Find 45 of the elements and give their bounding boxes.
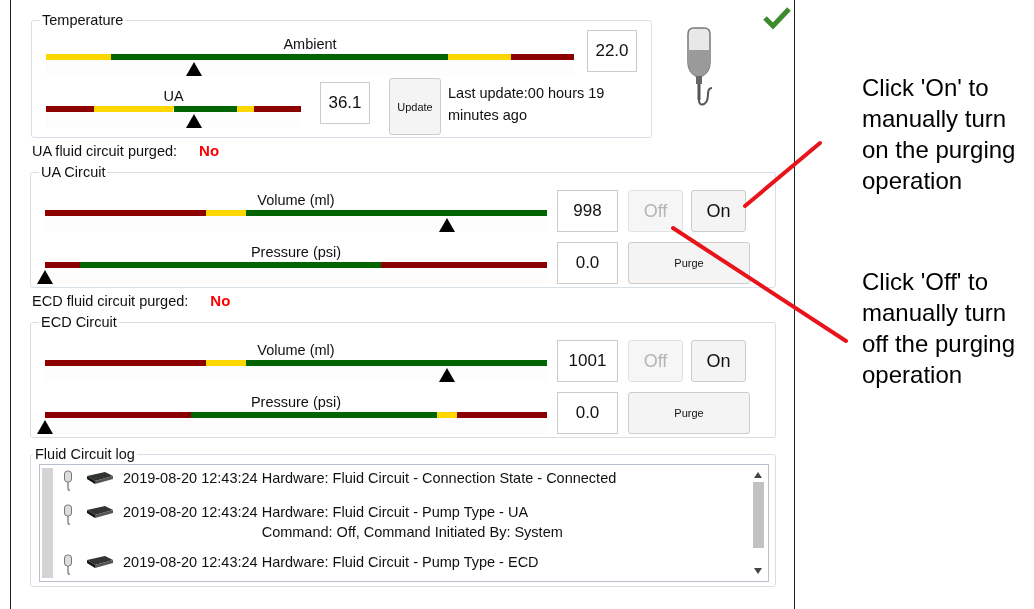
gauge-label: Pressure (psi) [250, 243, 342, 262]
value-box: 998 [557, 190, 618, 232]
log-detail: Command: Off, Command Initiated By: System [261, 523, 563, 542]
value-box: 22.0 [587, 30, 637, 72]
update-button[interactable]: Update [389, 78, 441, 135]
log-message: Hardware: Fluid Circuit - Connection State - Connected [261, 469, 617, 488]
on-button[interactable]: On [691, 190, 746, 232]
log-timestamp: 2019-08-20 12:43:24 [123, 469, 258, 488]
scrollbar-thumb[interactable] [752, 482, 764, 548]
value-box: 1001 [557, 340, 618, 382]
purged-label: ECD fluid circuit purged: [32, 292, 189, 310]
chip-icon [85, 554, 115, 570]
chip-icon [85, 470, 115, 486]
value-box: 0.0 [557, 242, 618, 284]
group-title: ECD Circuit [40, 314, 118, 330]
purged-status: No [199, 142, 220, 160]
iv-bag-icon [63, 470, 73, 492]
value-box: 0.0 [557, 392, 618, 434]
group-title: UA Circuit [40, 164, 107, 180]
gauge-label: Volume (ml) [257, 191, 335, 210]
checkmark-icon [762, 6, 792, 30]
group-title: Fluid Circuit log [34, 446, 136, 462]
log-message: Hardware: Fluid Circuit - Pump Type - UA [261, 503, 530, 522]
gauge-label: Volume (ml) [257, 341, 335, 360]
group-title: Temperature [41, 12, 125, 28]
annotation-text: Click 'Off' to manually turn off the purging operation [862, 267, 1016, 390]
log-message: Hardware: Fluid Circuit - Pump Type - ECD [261, 553, 539, 572]
purge-button[interactable]: Purge [628, 242, 750, 284]
iv-bag-icon [63, 504, 73, 526]
log-timestamp: 2019-08-20 12:43:24 [123, 503, 258, 522]
purged-status: No [210, 292, 231, 310]
value-box: 36.1 [320, 82, 370, 124]
gauge-label: UA [163, 87, 184, 106]
scroll-up-icon[interactable] [754, 472, 762, 478]
gauge-label: Ambient [283, 35, 337, 54]
last-update-text: Last update:00 hours 19 minutes ago [448, 84, 606, 125]
log-timestamp: 2019-08-20 12:43:24 [123, 553, 258, 572]
purge-button[interactable]: Purge [628, 392, 750, 434]
gauge-label: Pressure (psi) [250, 393, 342, 412]
chip-icon [85, 504, 115, 520]
iv-bag-icon [63, 554, 73, 576]
annotation-text: Click 'On' to manually turn on the purging operation [862, 73, 1017, 196]
purged-label: UA fluid circuit purged: [32, 142, 178, 160]
on-button[interactable]: On [691, 340, 746, 382]
scroll-down-icon[interactable] [754, 568, 762, 574]
